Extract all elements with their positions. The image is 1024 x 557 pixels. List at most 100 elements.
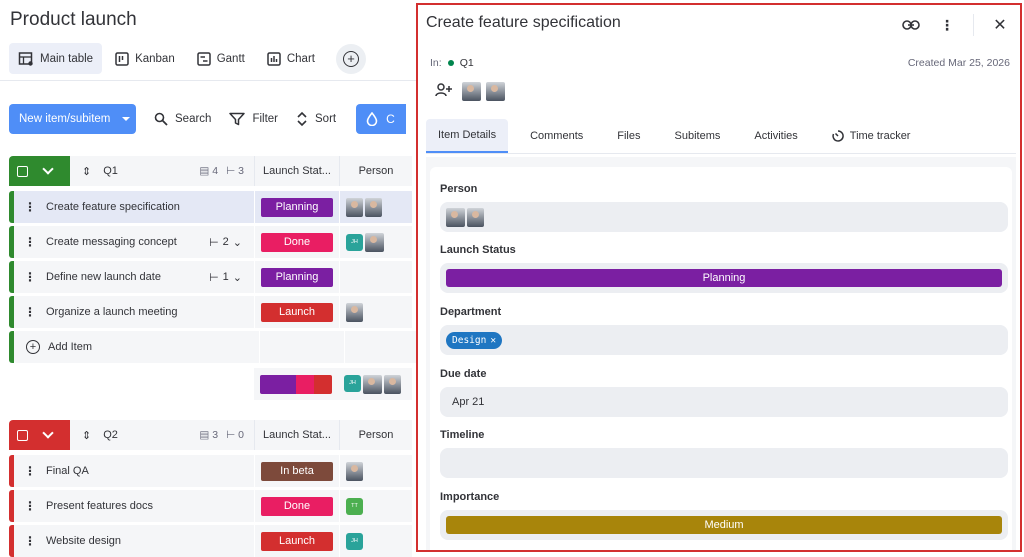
row-name-cell[interactable]: ⋮ Define new launch date ⊢ 1 ⌄ <box>14 261 254 293</box>
table-row[interactable]: ⋮ Define new launch date ⊢ 1 ⌄ Planning <box>9 261 417 293</box>
more-options-icon[interactable]: ⋮ <box>937 15 957 35</box>
doc-icon: ▤ <box>199 429 210 441</box>
remove-tag-icon[interactable]: ✕ <box>490 335 496 346</box>
link-icon[interactable] <box>901 15 921 35</box>
tab-subitems[interactable]: Subitems <box>663 119 733 153</box>
column-header-person[interactable]: Person <box>339 420 412 450</box>
row-name-cell[interactable]: ⋮ Final QA <box>14 455 254 487</box>
item-count-value: 3 <box>212 429 219 441</box>
status-cell[interactable]: Done <box>254 490 339 522</box>
row-menu-icon[interactable]: ⋮ <box>20 534 40 548</box>
table-row[interactable]: ⋮ Website design Launch JH <box>9 525 412 557</box>
close-icon[interactable]: ✕ <box>990 15 1010 35</box>
status-cell[interactable]: In beta <box>254 455 339 487</box>
row-name-cell[interactable]: ⋮ Present features docs <box>14 490 254 522</box>
avatar[interactable] <box>462 82 481 101</box>
group-checkbox[interactable] <box>17 165 28 177</box>
add-view-button[interactable]: + <box>335 43 366 74</box>
tab-chart[interactable]: Chart <box>258 43 324 74</box>
panel-title[interactable]: Create feature specification <box>426 14 621 32</box>
person-cell[interactable] <box>339 261 412 293</box>
color-button[interactable]: C <box>356 104 407 134</box>
caret-down-icon[interactable] <box>122 117 130 121</box>
table-row[interactable]: ⋮ Create messaging concept ⊢ 2 ⌄ Done JH <box>9 226 417 258</box>
table-row[interactable]: ⋮ Final QA In beta <box>9 455 412 487</box>
add-item-row[interactable]: + Add Item <box>9 331 417 363</box>
department-tag[interactable]: Design ✕ <box>446 331 503 349</box>
subitems-toggle[interactable]: ⊢ 2 ⌄ <box>209 236 242 249</box>
summary-segment-done <box>296 374 314 394</box>
tab-gantt[interactable]: Gantt <box>188 43 254 74</box>
row-menu-icon[interactable]: ⋮ <box>20 464 40 478</box>
tab-time-tracker[interactable]: Time tracker <box>820 119 923 153</box>
drag-handle-icon[interactable]: ⇕ <box>82 165 91 178</box>
person-cell[interactable]: TT <box>339 490 412 522</box>
new-item-button[interactable]: New item/subitem <box>9 104 136 134</box>
row-menu-icon[interactable]: ⋮ <box>20 200 40 214</box>
person-summary[interactable]: JH <box>344 374 401 394</box>
item-location: In: Q1 <box>430 57 474 69</box>
row-name: Create feature specification <box>46 201 180 213</box>
row-name-cell[interactable]: ⋮ Create messaging concept ⊢ 2 ⌄ <box>14 226 254 258</box>
group-checkbox[interactable] <box>17 429 28 441</box>
department-field-value[interactable]: Design ✕ <box>440 325 1008 355</box>
group-color-block[interactable] <box>9 156 70 186</box>
person-cell[interactable] <box>339 296 412 328</box>
filter-button[interactable]: Filter <box>229 112 278 126</box>
status-cell[interactable]: Done <box>254 226 339 258</box>
status-cell[interactable]: Launch <box>254 525 339 557</box>
table-row[interactable]: ⋮ Organize a launch meeting Launch <box>9 296 417 328</box>
group-name-cell[interactable]: ⇕ Q2 ▤ 3 ⊢ 0 <box>70 420 254 450</box>
row-menu-icon[interactable]: ⋮ <box>20 235 40 249</box>
row-menu-icon[interactable]: ⋮ <box>20 305 40 319</box>
row-menu-icon[interactable]: ⋮ <box>20 499 40 513</box>
chevron-down-icon[interactable] <box>42 163 54 175</box>
row-name-cell[interactable]: ⋮ Website design <box>14 525 254 557</box>
group-name-cell[interactable]: ⇕ Q1 ▤ 4 ⊢ 3 <box>70 156 254 186</box>
tab-kanban[interactable]: Kanban <box>106 43 184 74</box>
status-summary-bar[interactable] <box>260 374 332 394</box>
add-item-cell[interactable]: + Add Item <box>14 331 259 363</box>
person-cell[interactable]: JH <box>339 525 412 557</box>
tab-item-details[interactable]: Item Details <box>426 119 509 153</box>
tab-main-table-label: Main table <box>40 52 94 65</box>
status-field-value[interactable]: Planning <box>440 263 1008 293</box>
group-color-block[interactable] <box>9 420 70 450</box>
field-timeline: Timeline <box>440 429 1008 478</box>
drag-handle-icon[interactable]: ⇕ <box>82 429 91 442</box>
plus-circle-icon: + <box>342 50 359 67</box>
row-name-cell[interactable]: ⋮ Create feature specification <box>14 191 254 223</box>
chevron-down-icon[interactable] <box>42 427 54 439</box>
column-header-status[interactable]: Launch Stat... <box>254 420 339 450</box>
person-field-value[interactable] <box>440 202 1008 232</box>
add-person-icon[interactable] <box>435 83 457 100</box>
subitems-toggle[interactable]: ⊢ 1 ⌄ <box>209 271 242 284</box>
person-cell[interactable] <box>339 191 412 223</box>
table-row[interactable]: ⋮ Present features docs Done TT <box>9 490 412 522</box>
timeline-field-value[interactable] <box>440 448 1008 478</box>
importance-field-value[interactable]: Medium <box>440 510 1008 540</box>
search-button[interactable]: Search <box>154 112 211 126</box>
status-cell[interactable]: Planning <box>254 191 339 223</box>
group-link[interactable]: Q1 <box>460 57 474 69</box>
column-header-status[interactable]: Launch Stat... <box>254 156 339 186</box>
subitem-icon: ⊢ <box>226 165 236 177</box>
subitem-icon: ⊢ <box>209 236 219 249</box>
row-menu-icon[interactable]: ⋮ <box>20 270 40 284</box>
tab-main-table[interactable]: Main table <box>9 43 103 74</box>
new-item-label: New item/subitem <box>19 113 111 125</box>
person-cell[interactable]: JH <box>339 226 412 258</box>
sort-button[interactable]: Sort <box>296 111 336 127</box>
tab-comments[interactable]: Comments <box>518 119 595 153</box>
table-row[interactable]: ⋮ Create feature specification Planning <box>9 191 417 223</box>
column-header-person[interactable]: Person <box>339 156 412 186</box>
avatar[interactable] <box>486 82 505 101</box>
status-cell[interactable]: Planning <box>254 261 339 293</box>
due-date-field-value[interactable]: Apr 21 <box>440 387 1008 417</box>
tab-activities[interactable]: Activities <box>742 119 809 153</box>
status-cell[interactable]: Launch <box>254 296 339 328</box>
app-root: { "board": { "title": "Product launch", … <box>0 0 1024 557</box>
person-cell[interactable] <box>339 455 412 487</box>
row-name-cell[interactable]: ⋮ Organize a launch meeting <box>14 296 254 328</box>
tab-files[interactable]: Files <box>605 119 652 153</box>
